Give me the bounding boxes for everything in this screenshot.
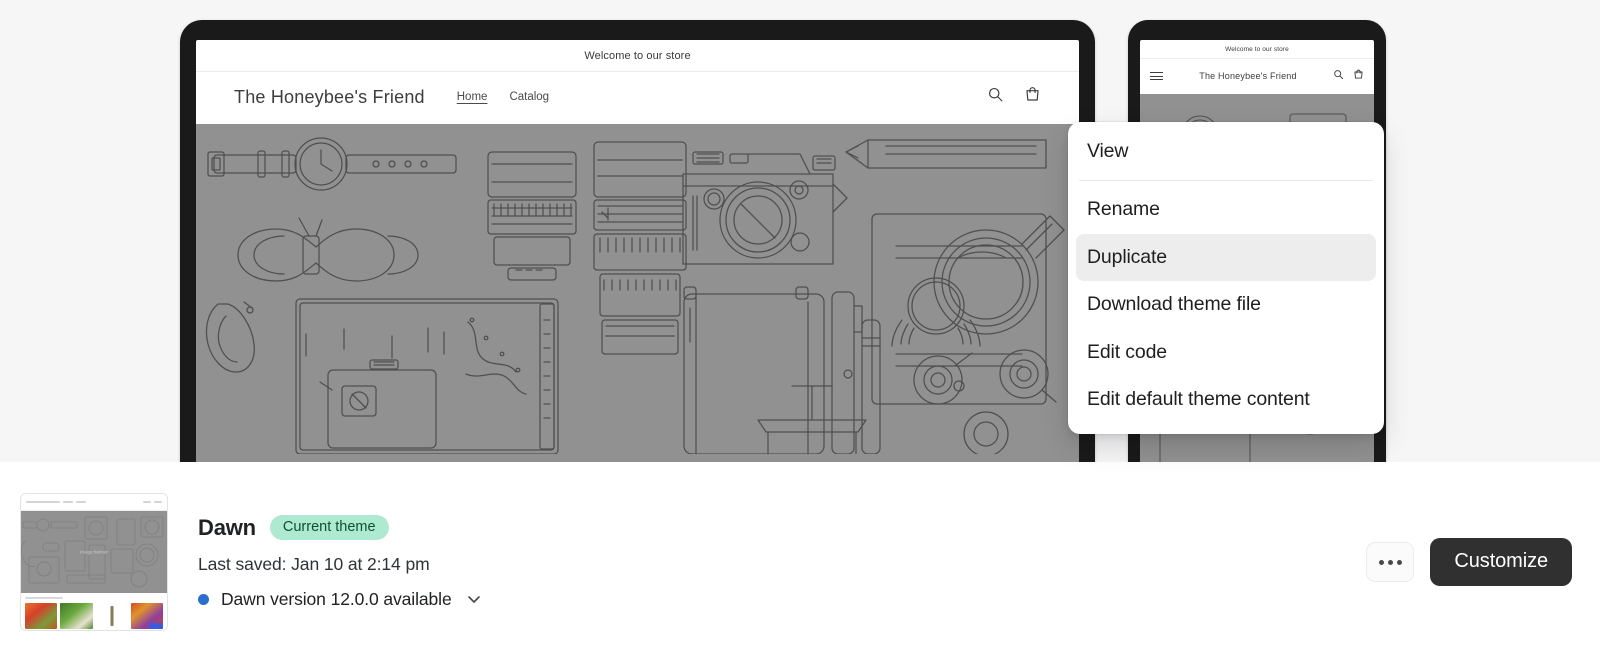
mobile-store-header: The Honeybee's Friend [1140,59,1374,94]
menu-item-download-theme-file[interactable]: Download theme file [1076,281,1376,328]
desktop-preview-screen: Welcome to our store The Honeybee's Frie… [196,40,1079,462]
more-dot-icon [1388,560,1393,565]
thumbnail-footer-line [25,597,63,599]
hamburger-icon[interactable] [1150,72,1163,80]
mobile-announcement-bar: Welcome to our store [1140,40,1374,59]
more-actions-button[interactable] [1366,542,1414,582]
mobile-store-name: The Honeybee's Friend [1169,71,1327,81]
nav-link-catalog[interactable]: Catalog [509,91,549,103]
version-notice-row[interactable]: Dawn version 12.0.0 available [198,589,1366,610]
desktop-preview-device: Welcome to our store The Honeybee's Frie… [180,20,1095,462]
cart-icon[interactable] [1024,86,1041,108]
menu-separator [1079,180,1373,181]
status-dot-icon [198,594,209,605]
store-name: The Honeybee's Friend [234,87,425,108]
menu-item-edit-code[interactable]: Edit code [1076,329,1376,376]
search-icon[interactable] [1333,67,1344,85]
hero-placeholder-illustration [196,124,1079,462]
menu-item-rename[interactable]: Rename [1076,186,1376,233]
version-notice-text: Dawn version 12.0.0 available [221,589,452,610]
customize-button[interactable]: Customize [1430,538,1572,586]
thumbnail-products [25,603,163,629]
thumbnail-chrome-line [26,501,60,503]
menu-item-duplicate[interactable]: Duplicate [1076,234,1376,281]
store-header: The Honeybee's Friend Home Catalog [196,72,1079,124]
thumbnail-chrome-line [76,501,86,503]
more-dot-icon [1379,560,1384,565]
theme-detail-page: Welcome to our store The Honeybee's Frie… [0,0,1600,662]
theme-actions: Customize [1366,538,1572,586]
search-icon[interactable] [987,86,1004,108]
chevron-down-icon[interactable] [464,589,484,609]
theme-info: Dawn Current theme Last saved: Jan 10 at… [198,515,1366,610]
current-theme-badge: Current theme [270,515,389,541]
theme-name: Dawn [198,515,256,541]
cart-icon[interactable] [1353,67,1364,85]
mobile-header-icons [1333,67,1364,85]
store-nav: Home Catalog [457,91,549,103]
store-header-icons [987,86,1041,108]
thumbnail-chrome-line [154,501,162,503]
theme-summary-bar: Image banner Dawn Current [0,462,1600,662]
thumbnail-hero-label: Image banner [80,550,108,555]
thumbnail-product-image [131,603,163,629]
thumbnail-footer [21,593,167,630]
more-dot-icon [1397,560,1402,565]
thumbnail-product-image [60,603,92,629]
thumbnail-product-image [96,603,128,629]
theme-actions-menu: View Rename Duplicate Download theme fil… [1068,122,1384,434]
menu-item-edit-default-theme-content[interactable]: Edit default theme content [1076,376,1376,423]
thumbnail-hero: Image banner [21,511,167,593]
thumbnail-chrome-line [63,501,73,503]
thumbnail-chrome-line [143,501,151,503]
thumbnail-product-image [25,603,57,629]
theme-thumbnail[interactable]: Image banner [20,493,168,631]
last-saved-text: Last saved: Jan 10 at 2:14 pm [198,554,1366,575]
menu-item-view[interactable]: View [1076,128,1376,175]
theme-title-row: Dawn Current theme [198,515,1366,541]
thumbnail-browser-chrome [21,494,167,511]
announcement-bar: Welcome to our store [196,40,1079,72]
nav-link-home[interactable]: Home [457,91,488,103]
